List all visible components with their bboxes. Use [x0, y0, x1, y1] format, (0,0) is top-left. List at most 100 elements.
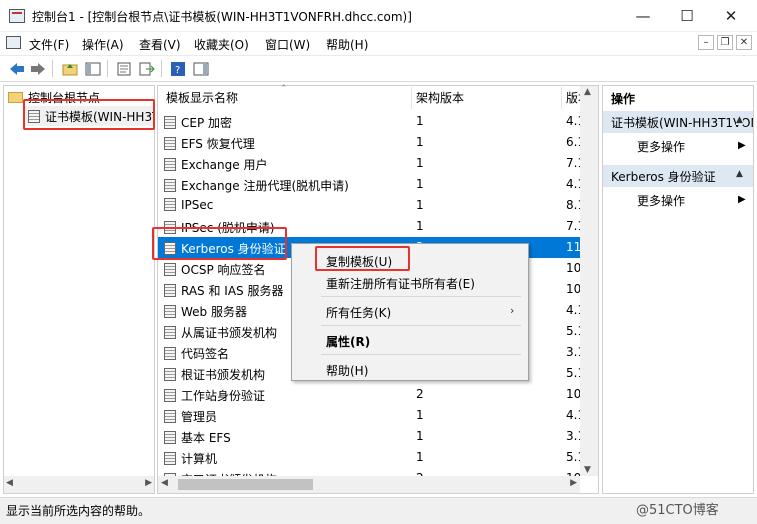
ctx-reenroll-all[interactable]: 重新注册所有证书所有者(E): [326, 275, 475, 292]
scroll-right-arrow-icon[interactable]: ▶: [145, 478, 152, 488]
column-header-name[interactable]: 模板显示名称: [166, 89, 238, 109]
ctx-properties[interactable]: 属性(R): [326, 333, 370, 350]
schema-version-cell: 1: [416, 114, 424, 128]
mmc-app-icon: [9, 9, 25, 23]
export-list-icon[interactable]: [137, 59, 157, 78]
table-row[interactable]: IPSec 1 8.1: [158, 195, 580, 216]
collapse-triangle-icon[interactable]: ▲: [736, 169, 743, 179]
help-icon[interactable]: ?: [168, 59, 188, 78]
table-row[interactable]: EFS 恢复代理 1 6.1: [158, 132, 580, 153]
close-button[interactable]: ✕: [708, 0, 754, 32]
table-row[interactable]: Exchange 用户 1 7.1: [158, 153, 580, 174]
table-row[interactable]: 计算机 1 5.1: [158, 447, 580, 468]
minimize-button[interactable]: —: [620, 0, 666, 32]
menu-file[interactable]: 文件(F): [29, 36, 69, 53]
menu-view[interactable]: 查看(V): [139, 36, 181, 53]
collapse-triangle-icon[interactable]: ▲: [736, 115, 743, 125]
menu-favorites[interactable]: 收藏夹(O): [194, 36, 249, 53]
table-row[interactable]: 工作站身份验证 2 10: [158, 384, 580, 405]
template-name-text: EFS 恢复代理: [181, 137, 255, 151]
version-cell: 7.1: [566, 219, 580, 233]
scroll-right-arrow-icon[interactable]: ▶: [570, 478, 577, 488]
forward-arrow-icon[interactable]: [28, 59, 48, 78]
list-vertical-scrollbar[interactable]: ▲ ▼: [580, 86, 598, 476]
version-cell: 5.1: [566, 450, 580, 464]
actions-section-templates[interactable]: 证书模板(WIN-HH3T1VONFRH.dhcc.com): [603, 111, 753, 133]
template-name-text: Web 服务器: [181, 305, 247, 319]
version-cell: 8.1: [566, 198, 580, 212]
actions-more-kerberos[interactable]: 更多操作: [637, 192, 685, 209]
schema-version-cell: 1: [416, 135, 424, 149]
menu-action[interactable]: 操作(A): [82, 36, 124, 53]
schema-version-cell: 1: [416, 408, 424, 422]
version-cell: 7.1: [566, 156, 580, 170]
template-name-cell: 基本 EFS: [164, 429, 231, 446]
certificate-template-icon: [164, 452, 176, 465]
console-menu-icon[interactable]: [6, 36, 21, 49]
template-name-text: 从属证书颁发机构: [181, 326, 278, 340]
mdi-minimize-button[interactable]: –: [698, 35, 714, 50]
highlight-duplicate-template: [315, 246, 410, 271]
template-name-text: OCSP 响应签名: [181, 263, 266, 277]
certificate-template-icon: [164, 284, 176, 297]
watermark: @51CTO博客: [636, 503, 719, 518]
table-row[interactable]: 管理员 1 4.1: [158, 405, 580, 426]
schema-version-cell: 1: [416, 177, 424, 191]
template-name-cell: EFS 恢复代理: [164, 135, 255, 152]
template-name-text: IPSec: [181, 198, 214, 212]
version-cell: 4.1: [566, 114, 580, 128]
tree-horizontal-scrollbar[interactable]: ◀ ▶: [4, 476, 154, 493]
schema-version-cell: 1: [416, 450, 424, 464]
template-name-text: Exchange 注册代理(脱机申请): [181, 179, 349, 193]
list-horizontal-scroll-thumb[interactable]: [178, 479, 313, 490]
column-divider[interactable]: [561, 87, 562, 109]
version-cell: 5.1: [566, 366, 580, 380]
mdi-restore-button[interactable]: ❐: [717, 35, 733, 50]
version-cell: 10: [566, 261, 580, 275]
actions-section-label: Kerberos 身份验证: [611, 170, 716, 184]
table-row[interactable]: CEP 加密 1 4.1: [158, 111, 580, 132]
table-row[interactable]: 基本 EFS 1 3.1: [158, 426, 580, 447]
submenu-chevron-icon: ›: [510, 304, 515, 317]
table-row[interactable]: 交叉证书颁发机构210: [158, 468, 580, 476]
back-arrow-icon[interactable]: [7, 59, 27, 78]
version-cell: 5.1: [566, 324, 580, 338]
template-name-text: 计算机: [181, 452, 218, 466]
table-row[interactable]: Exchange 注册代理(脱机申请) 1 4.1: [158, 174, 580, 195]
properties-icon[interactable]: [114, 59, 134, 78]
schema-version-cell: 1: [416, 156, 424, 170]
certificate-template-icon: [164, 431, 176, 444]
certificate-template-icon: [164, 116, 176, 129]
toolbar-separator: [161, 60, 162, 77]
up-folder-icon[interactable]: [60, 59, 80, 78]
column-header-schema[interactable]: 架构版本: [416, 89, 464, 109]
column-header-version[interactable]: 版本: [566, 89, 580, 109]
version-cell: 4.1: [566, 177, 580, 191]
ctx-separator: [321, 296, 521, 297]
template-name-text: 工作站身份验证: [181, 389, 266, 403]
menu-window[interactable]: 窗口(W): [265, 36, 310, 53]
scroll-left-arrow-icon[interactable]: ◀: [161, 478, 168, 488]
scroll-down-arrow-icon[interactable]: ▼: [584, 465, 591, 475]
menu-help[interactable]: 帮助(H): [326, 36, 368, 53]
template-name-text: 基本 EFS: [181, 431, 231, 445]
certificate-template-icon: [164, 198, 176, 211]
actions-section-kerberos[interactable]: Kerberos 身份验证: [603, 165, 753, 187]
submenu-arrow-icon: ▶: [738, 194, 746, 205]
maximize-button[interactable]: ☐: [664, 0, 710, 32]
certificate-template-icon: [164, 368, 176, 381]
actions-more-templates[interactable]: 更多操作: [637, 138, 685, 155]
show-hide-action-pane-icon[interactable]: [191, 59, 211, 78]
column-divider[interactable]: [411, 87, 412, 109]
show-hide-tree-icon[interactable]: [83, 59, 103, 78]
version-cell: 4.1: [566, 408, 580, 422]
actions-section-label: 证书模板(WIN-HH3T1VONFRH.dhcc.com): [611, 116, 753, 130]
folder-icon: [8, 92, 23, 103]
scroll-up-arrow-icon[interactable]: ▲: [584, 87, 591, 97]
template-name-text: 代码签名: [181, 347, 230, 361]
mdi-close-button[interactable]: ✕: [736, 35, 752, 50]
actions-header: 操作: [603, 87, 753, 109]
ctx-all-tasks[interactable]: 所有任务(K): [326, 304, 391, 321]
scroll-left-arrow-icon[interactable]: ◀: [6, 478, 13, 488]
ctx-help[interactable]: 帮助(H): [326, 362, 368, 379]
